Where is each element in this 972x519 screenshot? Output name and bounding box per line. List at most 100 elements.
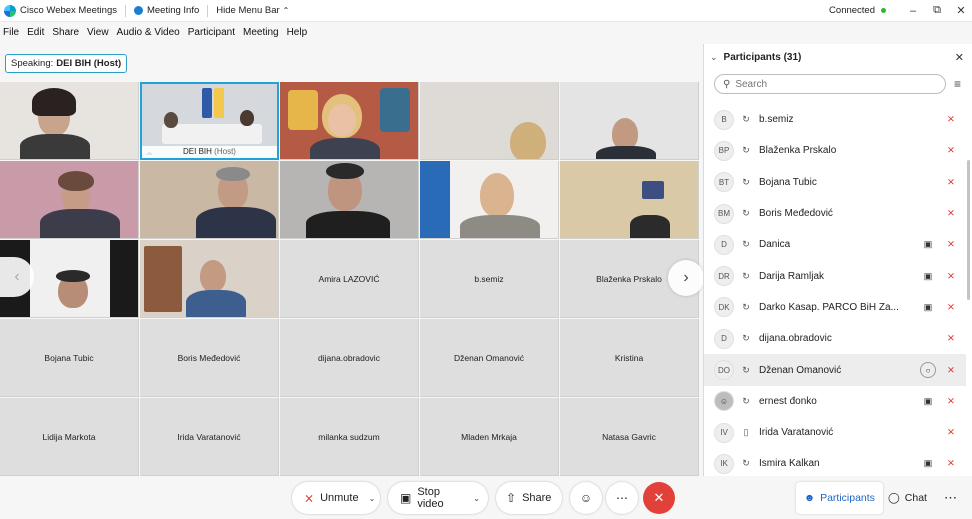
participant-row[interactable]: DR ↻ Darija Ramljak ▣ ⨯ [704, 260, 966, 291]
participant-row[interactable]: D ↻ Danica ▣ ⨯ [704, 229, 966, 260]
participant-tile[interactable]: Irida Varatanović [140, 398, 279, 476]
participants-tab[interactable]: ☻ Participants [796, 482, 883, 514]
muted-mic-icon[interactable]: ⨯ [944, 427, 958, 438]
participants-panel-header: ⌄ Participants (31) ✕ [704, 44, 972, 70]
muted-mic-icon[interactable]: ⨯ [944, 145, 958, 156]
computer-audio-icon: ↻ [742, 395, 750, 406]
more-icon: ⋯ [616, 491, 628, 505]
muted-mic-icon[interactable]: ⨯ [944, 365, 958, 376]
chevron-down-icon[interactable]: ⌄ [369, 494, 376, 503]
close-panel-icon[interactable]: ✕ [955, 51, 964, 64]
search-input[interactable] [735, 78, 926, 90]
hide-menu-bar-button[interactable]: Hide Menu Bar ⌃ [216, 5, 289, 16]
next-page-chevron-right-icon[interactable]: › [668, 260, 704, 296]
video-tile[interactable] [0, 161, 139, 239]
share-label: Share [522, 492, 552, 504]
participant-tile[interactable]: milanka sudzum [280, 398, 419, 476]
muted-mic-icon[interactable]: ⨯ [944, 114, 958, 125]
participant-row[interactable]: IK ↻ Ismira Kalkan ▣ ⨯ [704, 448, 966, 479]
participant-tile[interactable]: Amira LAZOVIĆ [280, 240, 419, 318]
tile-name: Mladen Mrkaja [461, 431, 517, 442]
participant-row[interactable]: BT ↻ Bojana Tubic ⨯ [704, 167, 966, 198]
video-tile[interactable] [420, 82, 559, 160]
search-field[interactable]: ⚲ [714, 74, 946, 94]
menu-view[interactable]: View [87, 27, 109, 38]
avatar: D [714, 234, 734, 255]
avatar-person-icon: ☺ [714, 391, 734, 412]
menu-share[interactable]: Share [52, 27, 79, 38]
menu-file[interactable]: File [3, 27, 19, 38]
video-tile[interactable] [280, 82, 419, 160]
participant-name: Darko Kasap. PARCO BiH Za... [759, 301, 899, 313]
participant-tile[interactable]: Kristina [560, 319, 699, 397]
menu-participant[interactable]: Participant [188, 27, 235, 38]
close-window-icon[interactable]: ✕ [950, 0, 972, 22]
participant-name: dijana.obradovic [759, 333, 832, 345]
menu-edit[interactable]: Edit [27, 27, 44, 38]
speaking-indicator: Speaking: DEI BIH (Host) [5, 54, 128, 73]
more-options-button[interactable]: ⋯ [606, 482, 638, 514]
meeting-controls: ⨯ Unmute ⌄ ▣ Stop video ⌄ ⇧ Share ☺ ⋯ ✕ … [0, 477, 972, 519]
participant-tile[interactable]: Bojana Tubic [0, 319, 139, 397]
participant-row[interactable]: DK ↻ Darko Kasap. PARCO BiH Za... ▣ ⨯ [704, 292, 966, 323]
participant-tile[interactable]: b.semiz [420, 240, 559, 318]
tile-name: dijana.obradovic [318, 352, 380, 363]
unmute-button[interactable]: ⨯ Unmute ⌄ [292, 482, 380, 514]
participant-name: Dženan Omanović [759, 364, 842, 376]
participant-tile[interactable]: Boris Međedović [140, 319, 279, 397]
participant-name: Ismira Kalkan [759, 458, 820, 470]
participant-tile[interactable]: Natasa Gavric [560, 398, 699, 476]
participant-row[interactable]: DO ↻ Dženan Omanović ○ ⨯ [704, 354, 966, 386]
meeting-info-button[interactable]: Meeting Info [133, 5, 200, 16]
video-grid: ☁ DEI BIH (Host) [0, 82, 700, 477]
info-icon [133, 6, 143, 15]
muted-mic-icon[interactable]: ⨯ [944, 396, 958, 407]
participant-row[interactable]: BM ↻ Boris Međedović ⨯ [704, 198, 966, 229]
host-video-tile[interactable]: ☁ DEI BIH (Host) [140, 82, 279, 160]
participant-row[interactable]: ☺ ↻ ernest đonko ▣ ⨯ [704, 386, 966, 417]
muted-mic-icon[interactable]: ⨯ [944, 458, 958, 469]
scrollbar[interactable] [967, 160, 970, 300]
participant-tile[interactable]: Dženan Omanović [420, 319, 559, 397]
chat-icon[interactable]: ○ [920, 362, 936, 379]
participant-tile[interactable]: Lidija Markota [0, 398, 139, 476]
participant-row[interactable]: IV ▯ Irida Varatanović ⨯ [704, 417, 966, 448]
end-meeting-button[interactable]: ✕ [643, 482, 675, 514]
muted-mic-icon[interactable]: ⨯ [944, 302, 958, 313]
stop-video-button[interactable]: ▣ Stop video ⌄ [388, 482, 488, 514]
tile-name: Natasa Gavric [602, 431, 656, 442]
menu-audio-video[interactable]: Audio & Video [117, 27, 180, 38]
video-tile[interactable] [420, 161, 559, 239]
muted-mic-icon[interactable]: ⨯ [944, 208, 958, 219]
video-tile[interactable] [560, 161, 699, 239]
menu-meeting[interactable]: Meeting [243, 27, 279, 38]
participant-tile[interactable]: Mladen Mrkaja [420, 398, 559, 476]
share-button[interactable]: ⇧ Share [496, 482, 562, 514]
muted-mic-icon[interactable]: ⨯ [944, 333, 958, 344]
avatar: BT [714, 172, 734, 193]
video-tile[interactable] [0, 82, 139, 160]
collapse-chevron-icon[interactable]: ⌄ [710, 52, 718, 63]
tile-name: Boris Međedović [177, 352, 241, 363]
muted-mic-icon[interactable]: ⨯ [944, 271, 958, 282]
sort-list-icon[interactable]: ≡ [954, 77, 961, 91]
more-panels-icon[interactable]: ⋯ [936, 482, 965, 514]
reactions-button[interactable]: ☺ [570, 482, 602, 514]
app-title: Cisco Webex Meetings [20, 5, 117, 16]
chevron-down-icon[interactable]: ⌄ [473, 494, 480, 503]
video-tile[interactable] [140, 240, 279, 318]
muted-mic-icon[interactable]: ⨯ [944, 239, 958, 250]
video-tile[interactable] [140, 161, 279, 239]
participant-row[interactable]: B ↻ b.semiz ⨯ [704, 104, 966, 135]
chat-tab[interactable]: ◯ Chat [880, 482, 935, 514]
participant-tile[interactable]: dijana.obradovic [280, 319, 419, 397]
video-tile[interactable] [280, 161, 419, 239]
participant-row[interactable]: D ↻ dijana.obradovic ⨯ [704, 323, 966, 354]
meeting-info-label: Meeting Info [146, 5, 200, 16]
video-tile[interactable] [560, 82, 699, 160]
menu-help[interactable]: Help [287, 27, 308, 38]
minimize-icon[interactable]: – [902, 0, 924, 22]
muted-mic-icon[interactable]: ⨯ [944, 177, 958, 188]
participant-row[interactable]: BP ↻ Blaženka Prskalo ⨯ [704, 135, 966, 166]
restore-icon[interactable]: ⧉ [926, 0, 948, 22]
